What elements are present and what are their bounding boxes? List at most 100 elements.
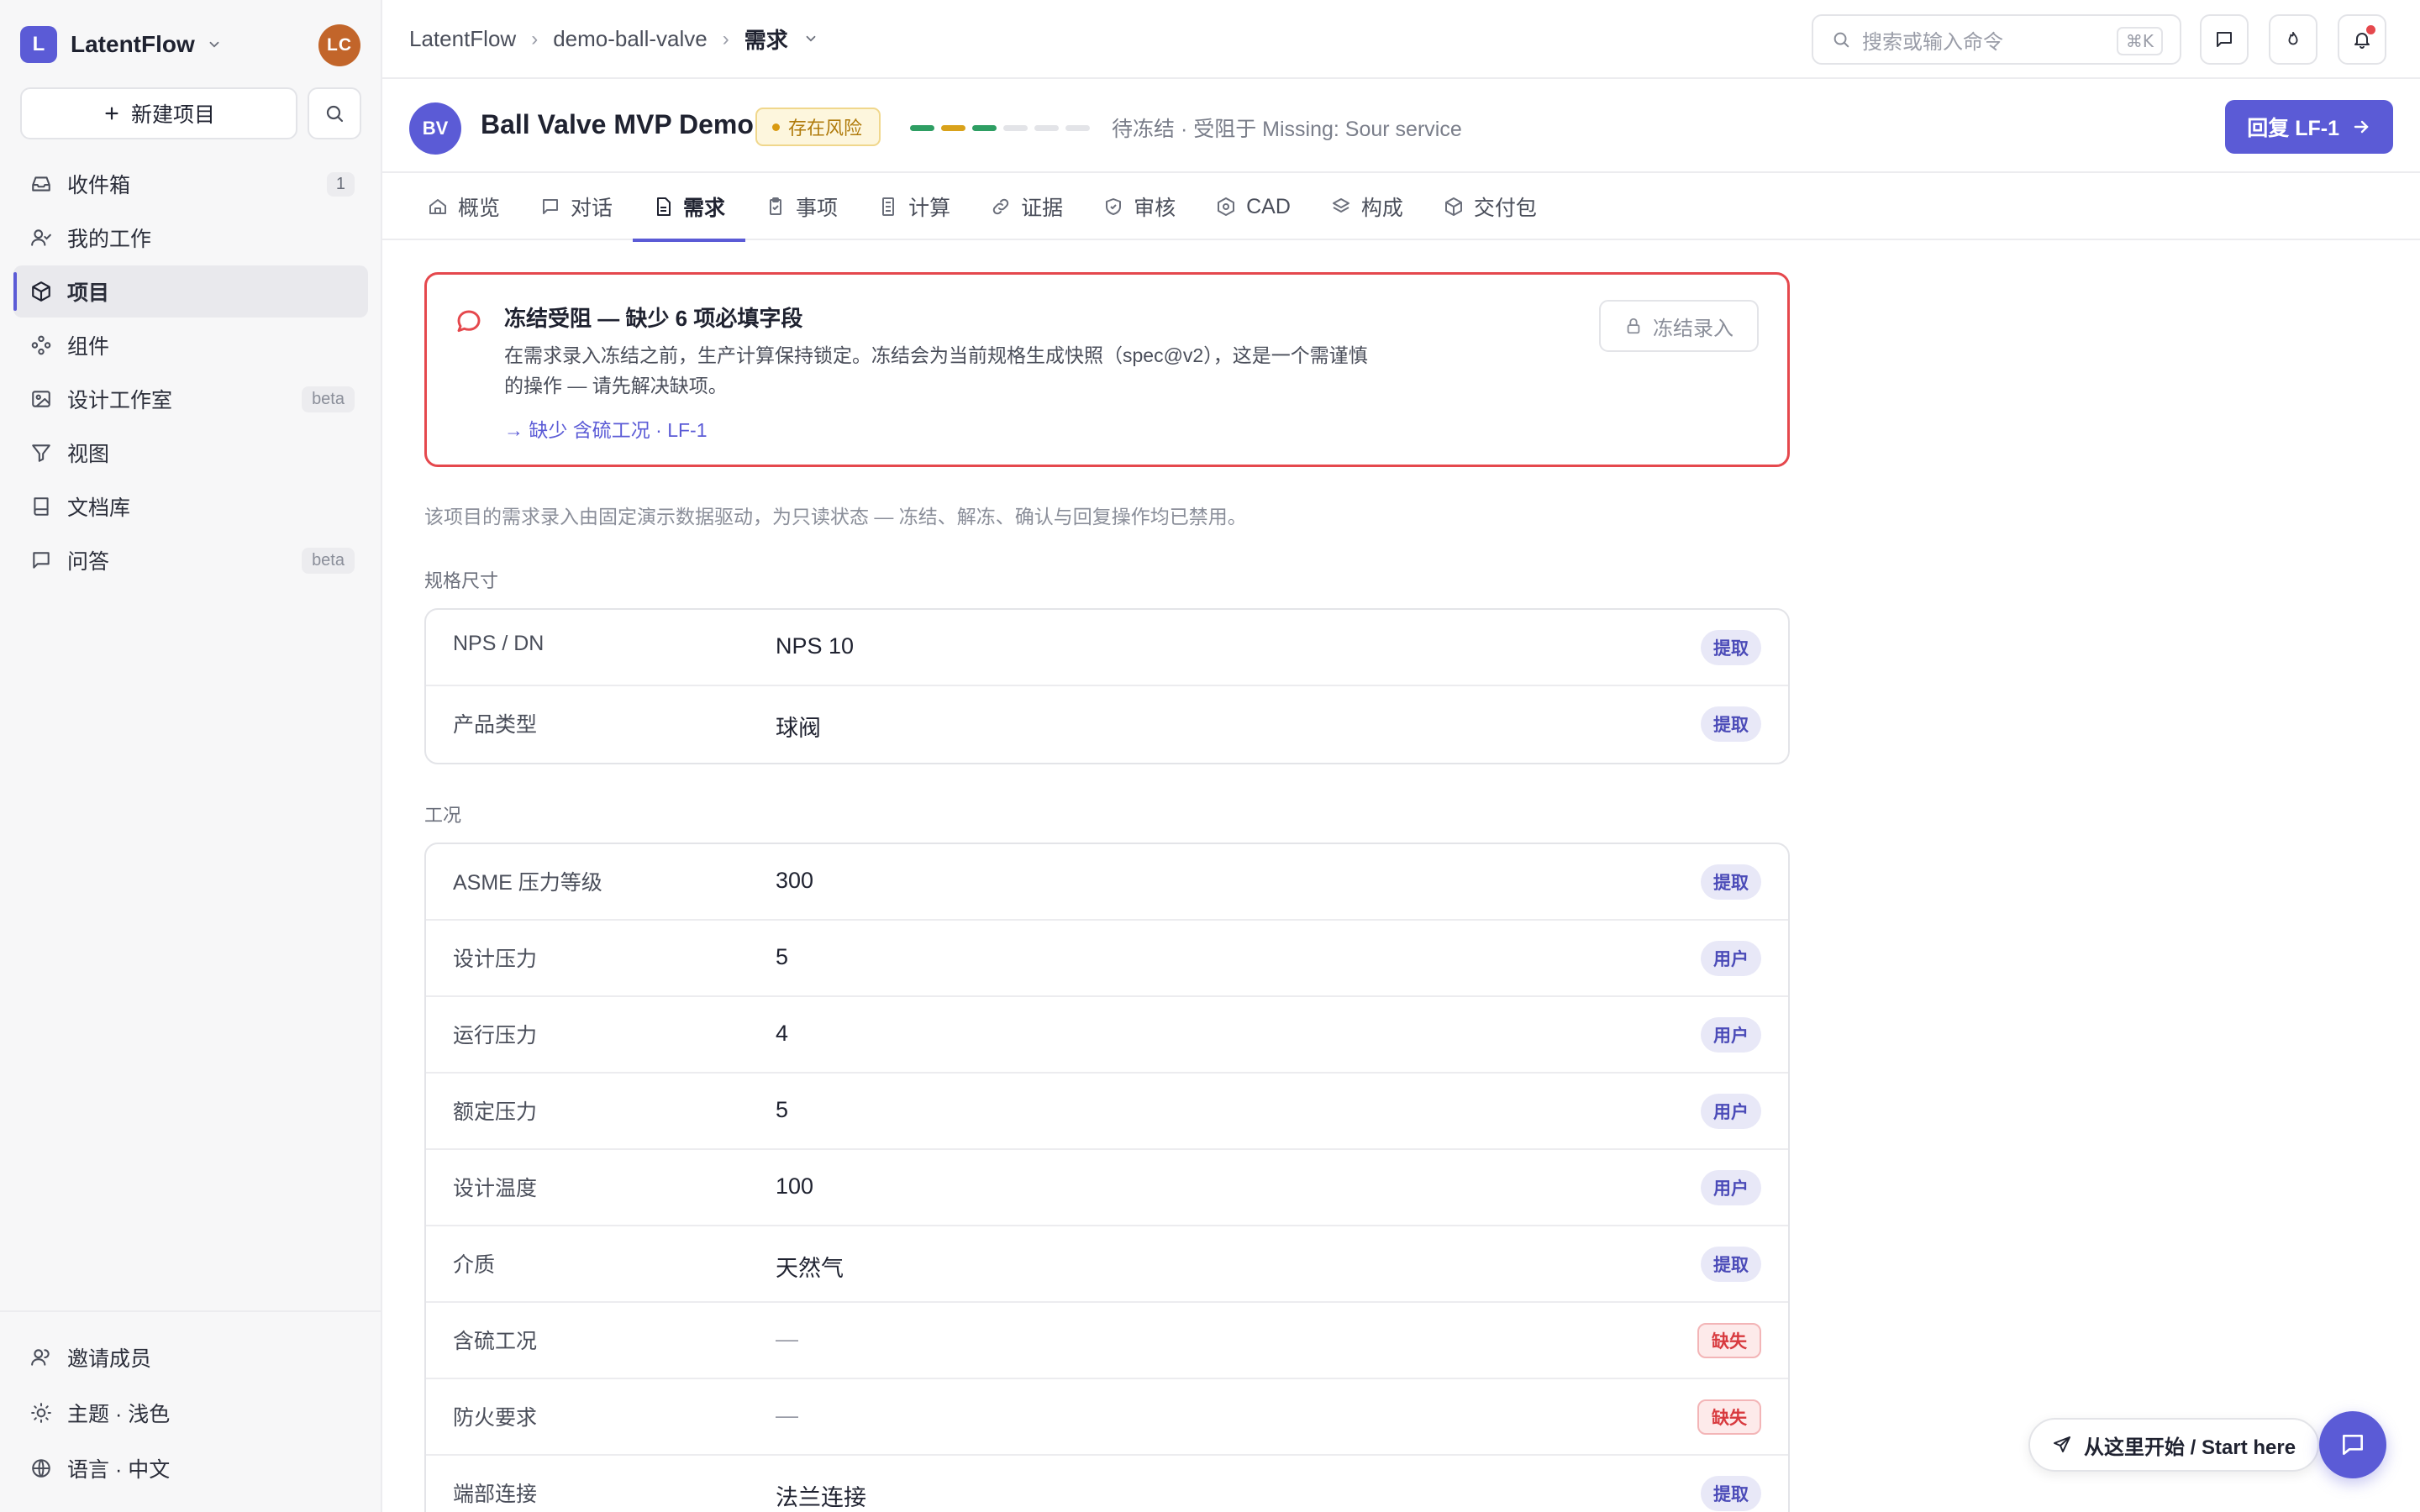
tab-label: 概览 bbox=[458, 197, 501, 220]
source-tag: 缺失 bbox=[1697, 1323, 1761, 1358]
notifications-button[interactable] bbox=[2338, 14, 2386, 65]
tab-deliverables[interactable]: 交付包 bbox=[1423, 173, 1557, 240]
field-value: 4 bbox=[776, 1021, 789, 1046]
sidebar-item-components[interactable]: 组件 bbox=[13, 319, 368, 371]
layers-icon bbox=[1331, 197, 1351, 217]
theme-toggle[interactable]: 主题 · 浅色 bbox=[13, 1386, 367, 1440]
sidebar-item-docs[interactable]: 文档库 bbox=[13, 480, 368, 533]
global-search-input[interactable]: 搜索或输入命令 ⌘K bbox=[1812, 14, 2181, 65]
sidebar-item-label: 文档库 bbox=[67, 496, 131, 520]
requirement-row[interactable]: 运行压力 4 用户 bbox=[426, 997, 1788, 1074]
requirement-row[interactable]: 介质 天然气 提取 bbox=[426, 1226, 1788, 1303]
field-value: 法兰连接 bbox=[776, 1485, 866, 1510]
reply-button[interactable]: 回复 LF-1 bbox=[2225, 100, 2393, 154]
user-check-icon bbox=[29, 225, 54, 250]
requirement-row[interactable]: 产品类型 球阀 提取 bbox=[426, 686, 1788, 763]
tab-overview[interactable]: 概览 bbox=[408, 173, 520, 240]
field-value: — bbox=[776, 1403, 798, 1428]
sidebar-item-qa[interactable]: 问答 beta bbox=[13, 534, 368, 586]
field-label: NPS / DN bbox=[453, 632, 544, 655]
invite-members-button[interactable]: 邀请成员 bbox=[13, 1331, 367, 1384]
requirement-row[interactable]: ASME 压力等级 300 提取 bbox=[426, 844, 1788, 921]
chat-icon bbox=[2343, 1435, 2363, 1455]
requirement-row[interactable]: 设计压力 5 用户 bbox=[426, 921, 1788, 997]
requirement-row[interactable]: NPS / DN NPS 10 提取 bbox=[426, 610, 1788, 686]
tab-conversation[interactable]: 对话 bbox=[520, 173, 633, 240]
calculator-icon bbox=[878, 197, 898, 217]
field-label: 产品类型 bbox=[453, 713, 538, 737]
breadcrumb-current[interactable]: 需求 bbox=[744, 24, 788, 55]
source-tag: 提取 bbox=[1701, 706, 1761, 742]
new-project-label: 新建项目 bbox=[130, 103, 215, 127]
filter-icon bbox=[29, 440, 54, 465]
sidebar-search-button[interactable] bbox=[308, 87, 361, 139]
requirement-row[interactable]: 端部连接 法兰连接 提取 bbox=[426, 1456, 1788, 1512]
sun-icon bbox=[29, 1400, 54, 1425]
chevron-down-icon[interactable] bbox=[803, 26, 818, 52]
sidebar-footer-label: 语言 · 中文 bbox=[67, 1458, 171, 1482]
sidebar-item-design-studio[interactable]: 设计工作室 beta bbox=[13, 373, 368, 425]
stage-segment bbox=[1003, 125, 1028, 131]
sidebar-item-views[interactable]: 视图 bbox=[13, 427, 368, 479]
stage-segment bbox=[1034, 125, 1059, 131]
missing-field-link[interactable]: → 缺少 含硫工况 · LF-1 bbox=[504, 414, 708, 443]
new-project-button[interactable]: 新建项目 bbox=[20, 87, 297, 139]
source-tag: 提取 bbox=[1701, 1476, 1761, 1511]
tab-calculation[interactable]: 计算 bbox=[858, 173, 971, 240]
tab-label: 计算 bbox=[908, 197, 951, 220]
sidebar-footer-label: 邀请成员 bbox=[67, 1347, 152, 1371]
search-placeholder: 搜索或输入命令 bbox=[1862, 30, 2003, 54]
section-label-conditions: 工况 bbox=[424, 805, 462, 826]
tab-requirements[interactable]: 需求 bbox=[633, 173, 746, 242]
ai-assistant-button[interactable] bbox=[2269, 14, 2317, 65]
freeze-intake-button[interactable]: 冻结录入 bbox=[1599, 300, 1759, 352]
project-avatar: BV bbox=[409, 102, 461, 155]
user-avatar[interactable]: LC bbox=[318, 24, 360, 66]
language-toggle[interactable]: 语言 · 中文 bbox=[13, 1441, 367, 1495]
tab-review[interactable]: 审核 bbox=[1083, 173, 1196, 240]
requirement-row[interactable]: 设计温度 100 用户 bbox=[426, 1150, 1788, 1226]
freeze-button-label: 冻结录入 bbox=[1653, 317, 1733, 340]
field-label: 额定压力 bbox=[453, 1100, 538, 1124]
sidebar-item-inbox[interactable]: 收件箱 1 bbox=[13, 158, 368, 210]
tab-label: 需求 bbox=[683, 197, 726, 220]
tab-items[interactable]: 事项 bbox=[745, 173, 858, 240]
chat-launcher-button[interactable] bbox=[2319, 1411, 2386, 1478]
requirement-row[interactable]: 含硫工况 — 缺失 bbox=[426, 1303, 1788, 1379]
project-header: BV Ball Valve MVP Demo 存在风险 待冻结 · 受阻于 Mi… bbox=[382, 79, 2420, 173]
project-title: Ball Valve MVP Demo bbox=[481, 109, 754, 139]
search-icon bbox=[326, 105, 344, 123]
breadcrumb-project[interactable]: demo-ball-valve bbox=[553, 26, 708, 52]
reply-button-label: 回复 LF-1 bbox=[2247, 117, 2339, 140]
components-icon bbox=[29, 333, 54, 358]
readonly-note: 该项目的需求录入由固定演示数据驱动，为只读状态 — 冻结、解冻、确认与回复操作均… bbox=[424, 506, 1247, 528]
stage-segment bbox=[1065, 125, 1090, 131]
field-value: 5 bbox=[776, 944, 789, 969]
breadcrumb-workspace[interactable]: LatentFlow bbox=[409, 26, 516, 52]
messages-button[interactable] bbox=[2200, 14, 2249, 65]
chevron-down-icon bbox=[207, 37, 222, 52]
link-icon bbox=[991, 197, 1011, 217]
tab-label: 交付包 bbox=[1473, 197, 1537, 220]
tab-evidence[interactable]: 证据 bbox=[971, 173, 1083, 240]
sidebar-item-projects[interactable]: 项目 bbox=[13, 265, 368, 318]
field-label: 运行压力 bbox=[453, 1024, 538, 1047]
main-area: LatentFlow › demo-ball-valve › 需求 搜索或输入命… bbox=[382, 0, 2420, 1512]
image-icon bbox=[29, 386, 54, 412]
users-icon bbox=[29, 1345, 54, 1370]
tab-label: 证据 bbox=[1021, 197, 1064, 220]
field-label: 端部连接 bbox=[453, 1483, 538, 1506]
tab-cad[interactable]: CAD bbox=[1196, 173, 1311, 240]
requirement-row[interactable]: 额定压力 5 用户 bbox=[426, 1074, 1788, 1150]
field-value: 300 bbox=[776, 868, 814, 893]
sidebar-item-my-work[interactable]: 我的工作 bbox=[13, 212, 368, 264]
hexagon-icon bbox=[1216, 197, 1236, 217]
lock-icon bbox=[1627, 318, 1640, 334]
workspace-switcher[interactable]: L LatentFlow LC bbox=[20, 24, 360, 66]
tab-composition[interactable]: 构成 bbox=[1311, 173, 1423, 240]
requirement-row[interactable]: 防火要求 — 缺失 bbox=[426, 1379, 1788, 1456]
field-label: 介质 bbox=[453, 1253, 496, 1277]
start-here-button[interactable]: 从这里开始 / Start here bbox=[2028, 1418, 2320, 1472]
sidebar-footer: 邀请成员 主题 · 浅色 语言 · 中文 bbox=[0, 1310, 381, 1497]
cube-icon bbox=[29, 279, 54, 304]
